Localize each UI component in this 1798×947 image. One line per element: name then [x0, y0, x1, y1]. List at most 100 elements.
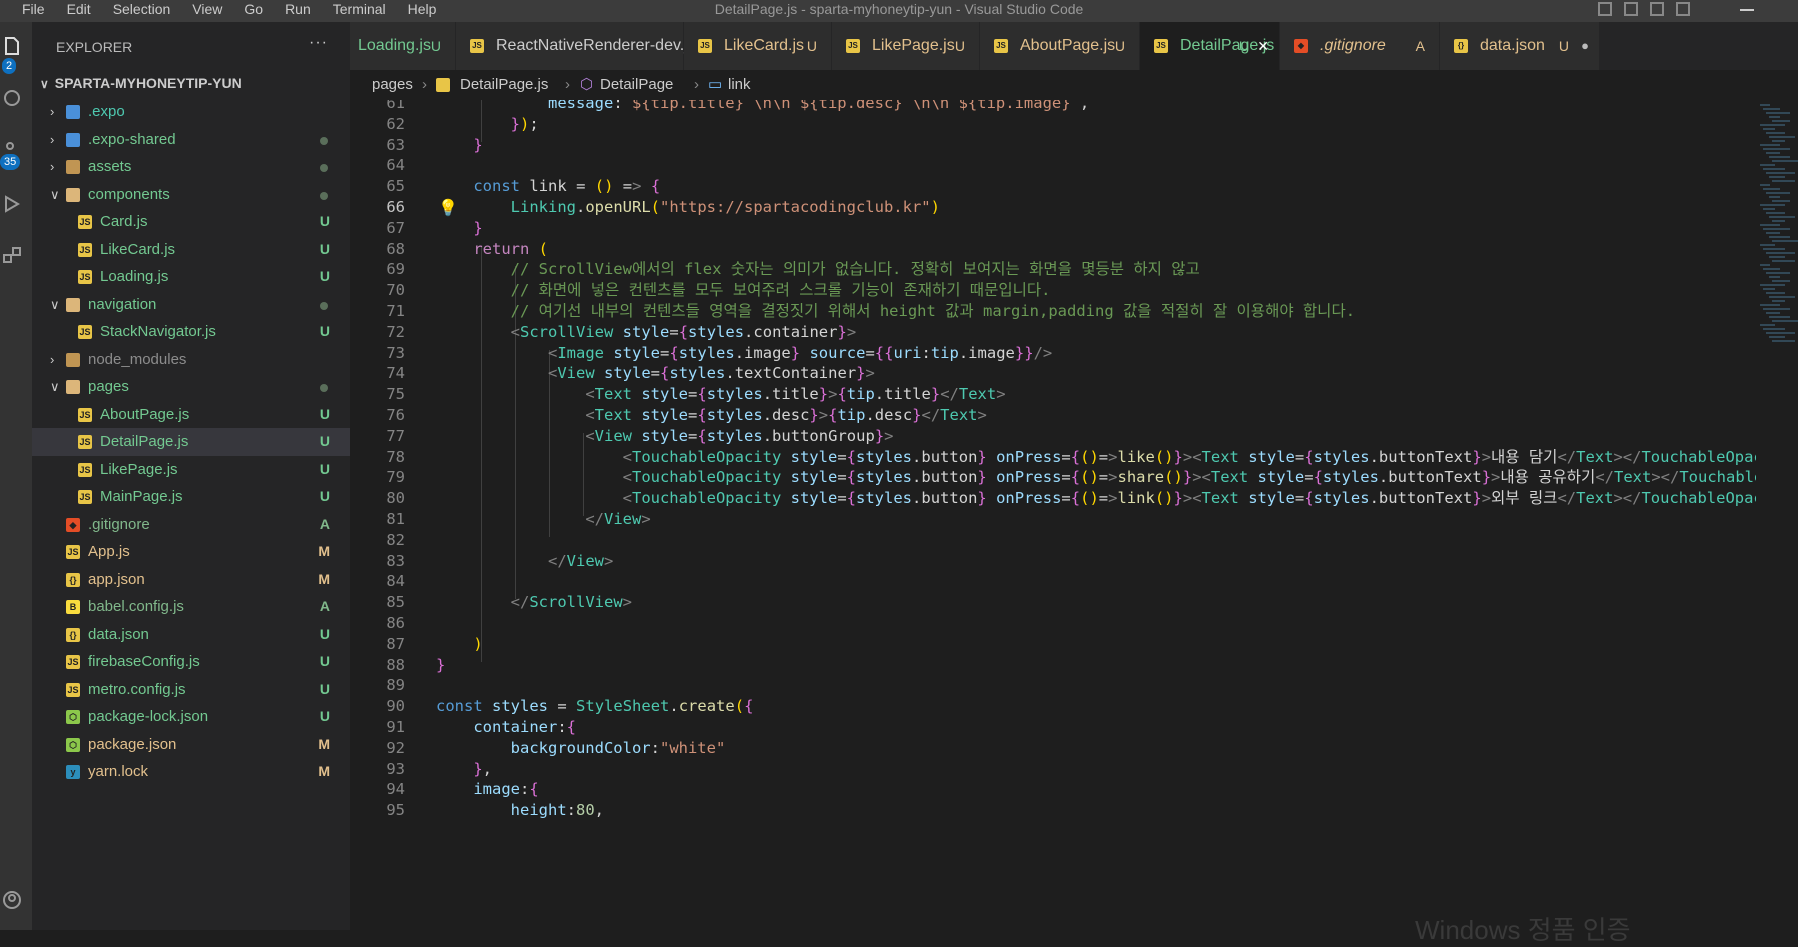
git-status-badge: U — [319, 405, 330, 422]
json-file-icon: {} — [66, 627, 80, 642]
git-icon: ◆ — [66, 517, 80, 532]
babel-icon: B — [66, 600, 80, 614]
json-file-icon: {} — [1454, 39, 1468, 53]
more-actions-icon[interactable]: ··· — [309, 34, 328, 52]
tree-item[interactable]: JS LikeCard.js U — [32, 236, 350, 264]
tree-item[interactable]: › node_modules — [32, 346, 350, 374]
minimap-line — [1769, 336, 1785, 338]
tree-item-label: data.json — [88, 625, 149, 643]
toggle-sidebar-icon[interactable] — [1598, 2, 1612, 16]
search-icon[interactable] — [2, 88, 22, 108]
minimap-line — [1763, 108, 1780, 110]
customize-layout-icon[interactable] — [1676, 2, 1690, 16]
js-file-icon: JS — [846, 39, 860, 53]
minimap-line — [1772, 140, 1785, 142]
tree-item-label: App.js — [88, 543, 130, 560]
git-status-badge: U — [319, 488, 330, 504]
toggle-secondary-sidebar-icon[interactable] — [1650, 2, 1664, 16]
tree-item[interactable]: › .expo — [32, 98, 350, 126]
project-root[interactable]: ∨ SPARTA-MYHONEYTIP-YUN — [40, 75, 242, 91]
chevron-right-icon: › — [50, 104, 55, 119]
chevron-down-icon: ∨ — [50, 296, 60, 312]
minimap-line — [1760, 204, 1785, 206]
editor-tab[interactable]: JS LikeCard.js U — [684, 22, 832, 70]
tree-item[interactable]: ∨ navigation — [32, 291, 350, 319]
tree-item[interactable]: › assets — [32, 153, 350, 181]
git-status-badge: A — [319, 515, 330, 532]
tree-item[interactable]: JS StackNavigator.js U — [32, 318, 350, 346]
tree-item-label: babel.config.js — [88, 598, 184, 615]
minimap-line — [1766, 292, 1785, 294]
minimap-line — [1769, 116, 1780, 118]
git-status-badge: M — [318, 570, 330, 587]
git-status-badge: U — [319, 433, 330, 449]
minimap-line — [1763, 308, 1790, 310]
source-control-badge: 35 — [0, 154, 21, 170]
editor-tab[interactable]: JS DetailPage.js U ✕ — [1140, 22, 1280, 70]
js-file-icon: JS — [78, 490, 92, 504]
tree-item[interactable]: JS App.js M — [32, 538, 350, 566]
minimap-line — [1769, 156, 1790, 158]
tree-item[interactable]: y yarn.lock M — [32, 758, 350, 786]
tab-label: ReactNativeRenderer-dev.js — [496, 37, 696, 54]
tree-item[interactable]: ⬡ package-lock.json U — [32, 703, 350, 731]
breadcrumb-folder[interactable]: pages — [372, 70, 413, 100]
tab-status-badge: U — [430, 38, 441, 54]
minimap-line — [1772, 200, 1790, 202]
tree-item[interactable]: JS AboutPage.js U — [32, 401, 350, 429]
tree-item[interactable]: JS MainPage.js U — [32, 483, 350, 511]
minimap-line — [1760, 224, 1780, 226]
toggle-panel-icon[interactable] — [1624, 2, 1638, 16]
project-name: SPARTA-MYHONEYTIP-YUN — [54, 75, 242, 91]
tree-item[interactable]: JS Loading.js U — [32, 263, 350, 291]
close-icon[interactable]: ✕ — [1257, 22, 1269, 70]
tab-label: AboutPage.js — [1020, 37, 1116, 54]
code-editor[interactable]: 61 message:`${tip.title} \n\n ${tip.desc… — [350, 100, 1756, 930]
breadcrumb-symbol[interactable]: DetailPage — [600, 70, 673, 100]
editor-tab[interactable]: JS AboutPage.js U — [980, 22, 1140, 70]
tree-item[interactable]: › .expo-shared — [32, 126, 350, 154]
minimap-line — [1766, 312, 1780, 314]
tree-item[interactable]: JS LikePage.js U — [32, 456, 350, 484]
folder-icon — [66, 160, 80, 174]
tree-item[interactable]: JS metro.config.js U — [32, 676, 350, 704]
git-status-badge: U — [319, 680, 330, 697]
tree-item[interactable]: {} app.json M — [32, 566, 350, 594]
js-file-icon: JS — [66, 682, 80, 697]
git-status-badge: U — [319, 625, 330, 642]
minimap-line — [1763, 188, 1780, 190]
folder-open-icon — [66, 187, 80, 202]
breadcrumb-file[interactable]: DetailPage.js — [460, 70, 548, 100]
tree-item[interactable]: ◆ .gitignore A — [32, 511, 350, 539]
minimap-line — [1760, 324, 1775, 326]
unsaved-dot-icon[interactable]: ● — [1581, 22, 1589, 70]
tree-item[interactable]: Bbabel.config.js A — [32, 593, 350, 621]
editor-tab[interactable]: Loading.js U — [350, 22, 456, 70]
git-status-badge: A — [319, 598, 330, 614]
tree-item[interactable]: ⬡ package.json M — [32, 731, 350, 759]
minimap-line — [1760, 104, 1770, 106]
js-file-icon: JS — [698, 39, 712, 53]
run-debug-icon[interactable] — [2, 194, 22, 214]
tree-item-label: metro.config.js — [88, 680, 186, 698]
extensions-icon[interactable] — [2, 246, 22, 266]
editor-tab[interactable]: ◆ .gitignore A — [1280, 22, 1440, 70]
tree-item[interactable]: {} data.json U — [32, 621, 350, 649]
minimize-icon[interactable] — [1740, 9, 1754, 11]
tree-item[interactable]: ∨ components — [32, 181, 350, 209]
tree-item[interactable]: JS firebaseConfig.js U — [32, 648, 350, 676]
editor-tab[interactable]: JS ReactNativeRenderer-dev.js — [456, 22, 696, 70]
tree-item[interactable]: JS DetailPage.js U — [32, 428, 350, 456]
tree-item[interactable]: JS Card.js U — [32, 208, 350, 236]
code-line[interactable]: 95 height:80, — [350, 799, 1756, 823]
minimap[interactable] — [1756, 100, 1798, 930]
editor-tab[interactable]: {} data.json U ● — [1440, 22, 1600, 70]
account-icon[interactable] — [2, 890, 22, 910]
explorer-icon[interactable] — [2, 36, 22, 56]
tree-item-label: DetailPage.js — [100, 433, 189, 450]
tree-item[interactable]: ∨ pages — [32, 373, 350, 401]
chevron-right-icon: › — [50, 159, 55, 174]
explorer-header: EXPLORER — [56, 39, 133, 55]
editor-tab[interactable]: JS LikePage.js U — [832, 22, 980, 70]
breadcrumb-member[interactable]: link — [728, 70, 751, 100]
